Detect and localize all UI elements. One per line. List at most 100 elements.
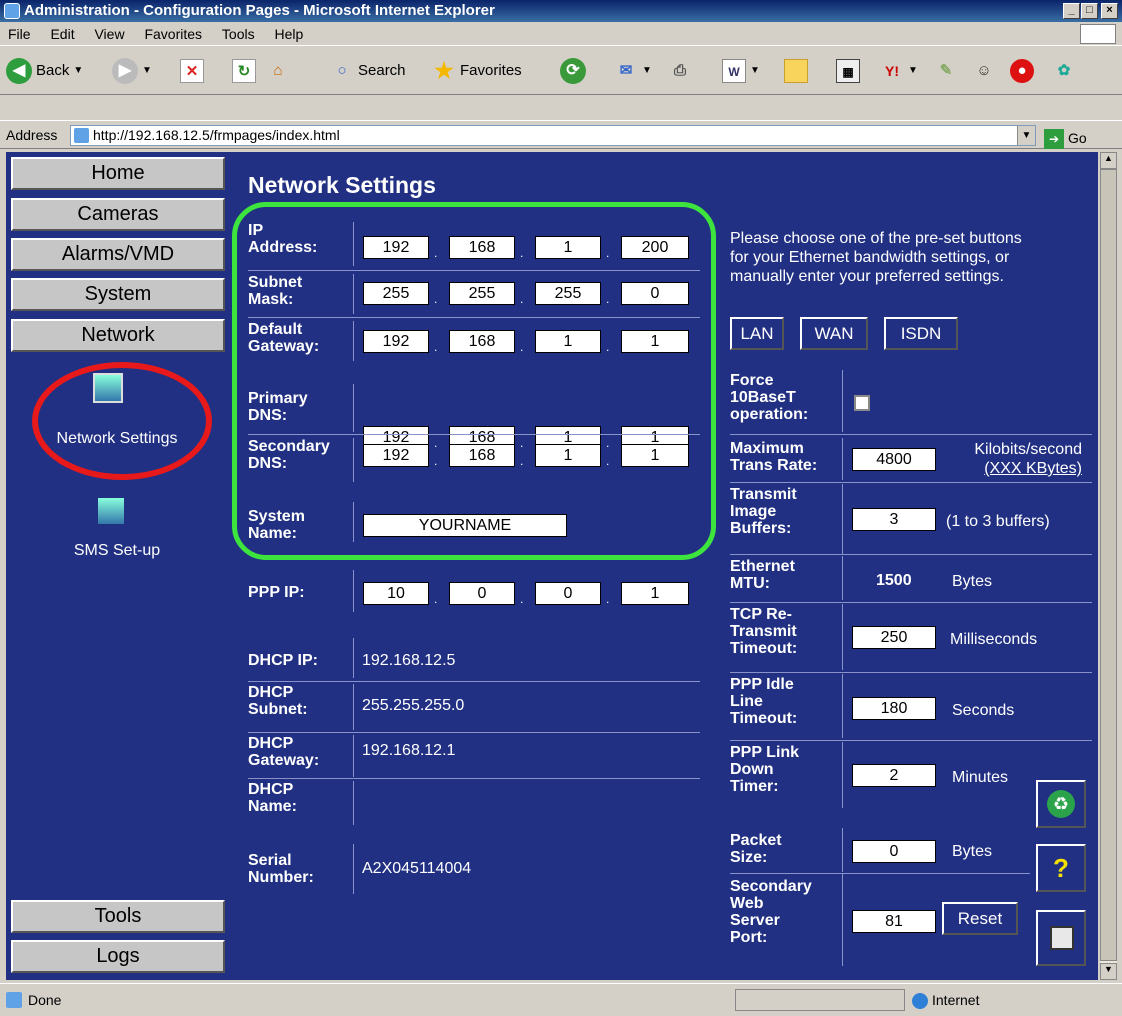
back-arrow-icon: ◀ <box>6 58 32 84</box>
close-button[interactable]: × <box>1101 3 1118 19</box>
sms-icon[interactable] <box>98 498 124 524</box>
go-button[interactable]: ➔ Go <box>1044 125 1087 152</box>
globe-icon <box>912 993 928 1009</box>
user-button[interactable]: ☺ <box>972 55 996 87</box>
ppp-link-input[interactable]: 2 <box>852 764 936 787</box>
ppp-ip-label: PPP IP: <box>248 584 305 601</box>
isdn-button[interactable]: ISDN <box>884 317 958 350</box>
nav-logs[interactable]: Logs <box>11 940 225 973</box>
print-button[interactable]: ⎙ <box>668 55 692 87</box>
help-button[interactable]: ? <box>1036 844 1086 892</box>
address-url: http://192.168.12.5/frmpages/index.html <box>93 127 340 143</box>
image-buffers-label: Transmit Image Buffers: <box>730 486 797 537</box>
packet-size-input[interactable]: 0 <box>852 840 936 863</box>
tcp-timeout-input[interactable]: 250 <box>852 626 936 649</box>
toolbar: ◀ Back ▼ ▶ ▼ ✕ ↻ ⌂ ○ Search ★ Favorites ⟳ … <box>0 47 1122 95</box>
sidebar: Home Cameras Alarms/VMD System Network N… <box>6 152 228 980</box>
stop-icon: ✕ <box>180 59 204 83</box>
minimize-button[interactable]: _ <box>1063 3 1080 19</box>
address-bar: Address http://192.168.12.5/frmpages/ind… <box>0 122 1122 149</box>
messenger-icon: ● <box>1010 59 1034 83</box>
calculator-button[interactable]: ▦ <box>836 55 860 87</box>
ppp-idle-input[interactable]: 180 <box>852 697 936 720</box>
max-trans-rate-label: Maximum Trans Rate: <box>730 440 818 474</box>
yahoo-button[interactable]: Y! ▼ <box>880 55 918 87</box>
mail-button[interactable]: ✉ ▼ <box>614 55 652 87</box>
ppp-idle-label: PPP Idle Line Timeout: <box>730 676 798 727</box>
max-trans-rate-unit: Kilobits/second (XXX KBytes) <box>974 441 1082 477</box>
page-icon <box>74 128 89 143</box>
msn-icon: ✿ <box>1057 62 1071 79</box>
nav-home[interactable]: Home <box>11 157 225 190</box>
scroll-thumb[interactable] <box>1100 169 1117 961</box>
favorites-button[interactable]: ★ Favorites <box>432 55 522 87</box>
zone-label: Internet <box>932 992 980 1008</box>
lan-button[interactable]: LAN <box>730 317 784 350</box>
tools-button[interactable]: ✎ <box>934 55 958 87</box>
force-10baset-checkbox[interactable] <box>854 395 870 411</box>
serial-value: A2X045114004 <box>362 860 472 877</box>
word-icon: W <box>722 59 746 83</box>
menu-favorites[interactable]: Favorites <box>144 26 202 42</box>
menu-edit[interactable]: Edit <box>50 26 74 42</box>
back-button[interactable]: ◀ Back ▼ <box>6 55 83 87</box>
max-trans-rate-input[interactable]: 4800 <box>852 448 936 471</box>
user-icon: ☺ <box>976 62 992 79</box>
forward-button[interactable]: ▶ ▼ <box>112 55 152 87</box>
refresh-button[interactable]: ↻ <box>232 55 256 87</box>
folder-button[interactable] <box>784 55 808 87</box>
ethernet-mtu-unit: Bytes <box>952 573 993 590</box>
ppp-octet-1[interactable]: 10 <box>363 582 429 605</box>
save-disk-icon <box>1050 926 1074 950</box>
address-dropdown-icon[interactable]: ▼ <box>1017 126 1035 145</box>
messenger-button[interactable]: ● <box>1010 55 1034 87</box>
web-port-input[interactable]: 81 <box>852 910 936 933</box>
dhcp-ip-label: DHCP IP: <box>248 652 318 669</box>
dhcp-subnet-label: DHCP Subnet: <box>248 684 308 718</box>
nav-alarms[interactable]: Alarms/VMD <box>11 238 225 271</box>
search-button[interactable]: ○ Search <box>330 55 405 87</box>
dhcp-gateway-value: 192.168.12.1 <box>362 742 456 759</box>
menu-tools[interactable]: Tools <box>222 26 255 42</box>
back-label: Back <box>36 62 70 79</box>
tools-icon: ✎ <box>939 62 953 79</box>
image-buffers-input[interactable]: 3 <box>852 508 936 531</box>
page-title: Network Settings <box>248 172 436 198</box>
home-button[interactable]: ⌂ <box>266 55 290 87</box>
nav-network[interactable]: Network <box>11 319 225 352</box>
reset-button[interactable]: Reset <box>942 902 1018 935</box>
msn-button[interactable]: ✿ <box>1052 55 1076 87</box>
menu-bar: File Edit View Favorites Tools Help <box>0 22 1122 46</box>
ie-icon <box>4 3 20 19</box>
page-done-icon <box>6 992 22 1008</box>
maximize-button[interactable]: □ <box>1081 3 1098 19</box>
scroll-down-icon[interactable]: ▼ <box>1100 963 1117 980</box>
menu-help[interactable]: Help <box>275 26 304 42</box>
vertical-scrollbar[interactable]: ▲ ▼ <box>1100 152 1117 980</box>
dhcp-ip-value: 192.168.12.5 <box>362 652 456 669</box>
ethernet-mtu-value: 1500 <box>876 572 912 589</box>
menu-view[interactable]: View <box>94 26 124 42</box>
edit-button[interactable]: W ▼ <box>722 55 760 87</box>
scroll-up-icon[interactable]: ▲ <box>1100 152 1117 169</box>
ppp-octet-2[interactable]: 0 <box>449 582 515 605</box>
sms-link[interactable]: SMS Set-up <box>6 542 228 560</box>
go-arrow-icon: ➔ <box>1044 128 1064 149</box>
force-10baset-label: Force 10BaseT operation: <box>730 372 809 423</box>
menu-file[interactable]: File <box>8 26 31 42</box>
status-bar: Done Internet <box>0 983 1122 1015</box>
ppp-octet-4[interactable]: 1 <box>621 582 689 605</box>
history-button[interactable]: ⟳ <box>560 55 586 87</box>
save-button[interactable] <box>1036 910 1086 966</box>
wan-button[interactable]: WAN <box>800 317 868 350</box>
highlight-ellipse <box>32 362 212 480</box>
ppp-octet-3[interactable]: 0 <box>535 582 601 605</box>
stop-button[interactable]: ✕ <box>180 55 204 87</box>
address-input[interactable]: http://192.168.12.5/frmpages/index.html … <box>70 125 1036 146</box>
status-text: Done <box>28 992 62 1008</box>
nav-tools[interactable]: Tools <box>11 900 225 933</box>
nav-system[interactable]: System <box>11 278 225 311</box>
status-panels <box>735 989 905 1011</box>
recycle-button[interactable]: ♻ <box>1036 780 1086 828</box>
nav-cameras[interactable]: Cameras <box>11 198 225 231</box>
